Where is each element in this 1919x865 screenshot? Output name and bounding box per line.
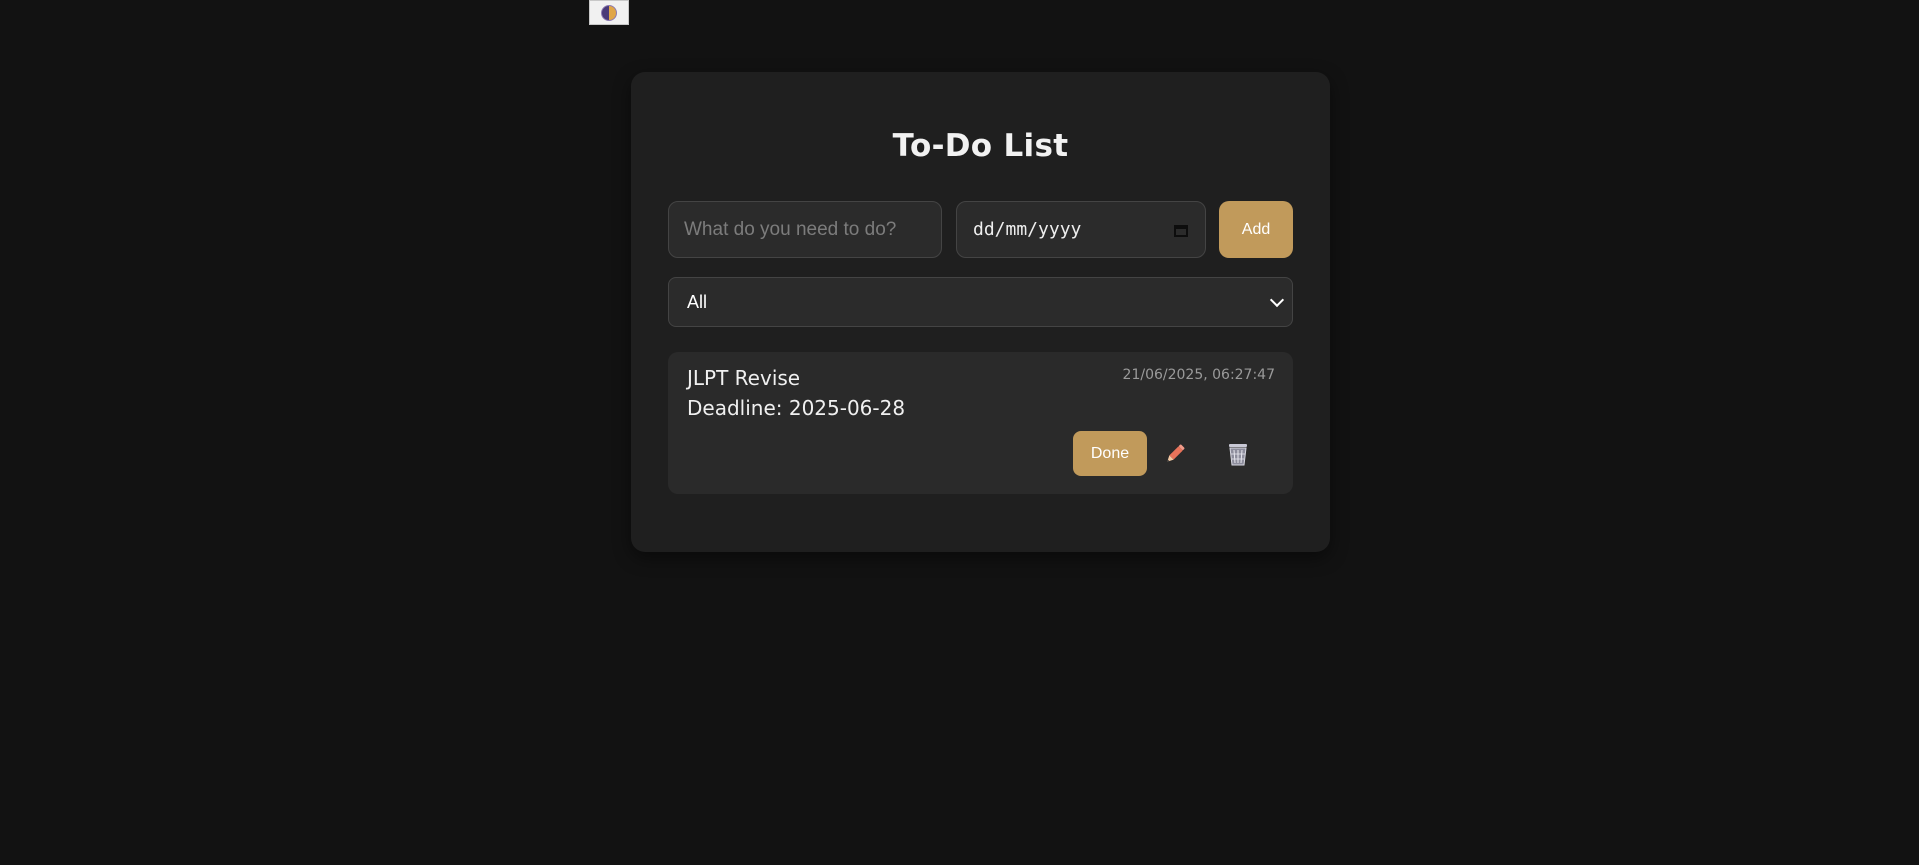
filter-select[interactable]: All: [668, 277, 1293, 327]
add-button[interactable]: Add: [1219, 201, 1293, 258]
calendar-icon[interactable]: [1173, 222, 1189, 238]
task-item: JLPT Revise Deadline: 2025-06-28 21/06/2…: [668, 352, 1293, 494]
filter-selected-value: All: [687, 291, 708, 312]
task-input[interactable]: [668, 201, 942, 258]
theme-toggle-button[interactable]: [589, 0, 629, 25]
trash-icon: [1229, 444, 1247, 466]
deadline-date-input[interactable]: dd/mm/yyyy: [956, 201, 1206, 258]
delete-button[interactable]: [1223, 439, 1253, 469]
task-deadline: Deadline: 2025-06-28: [687, 396, 906, 420]
chevron-down-icon: [1269, 292, 1285, 307]
pencil-icon: [1167, 444, 1185, 462]
page-title: To-Do List: [892, 128, 1069, 164]
done-button[interactable]: Done: [1073, 431, 1147, 476]
task-created-timestamp: 21/06/2025, 06:27:47: [1122, 367, 1275, 383]
edit-button[interactable]: [1160, 439, 1190, 469]
date-format-text: dd/mm/yyyy: [973, 219, 1082, 240]
todo-card: To-Do List dd/mm/yyyy Add All JLPT Revis…: [631, 72, 1330, 552]
half-moon-icon: [601, 4, 617, 21]
task-name: JLPT Revise: [687, 366, 801, 390]
